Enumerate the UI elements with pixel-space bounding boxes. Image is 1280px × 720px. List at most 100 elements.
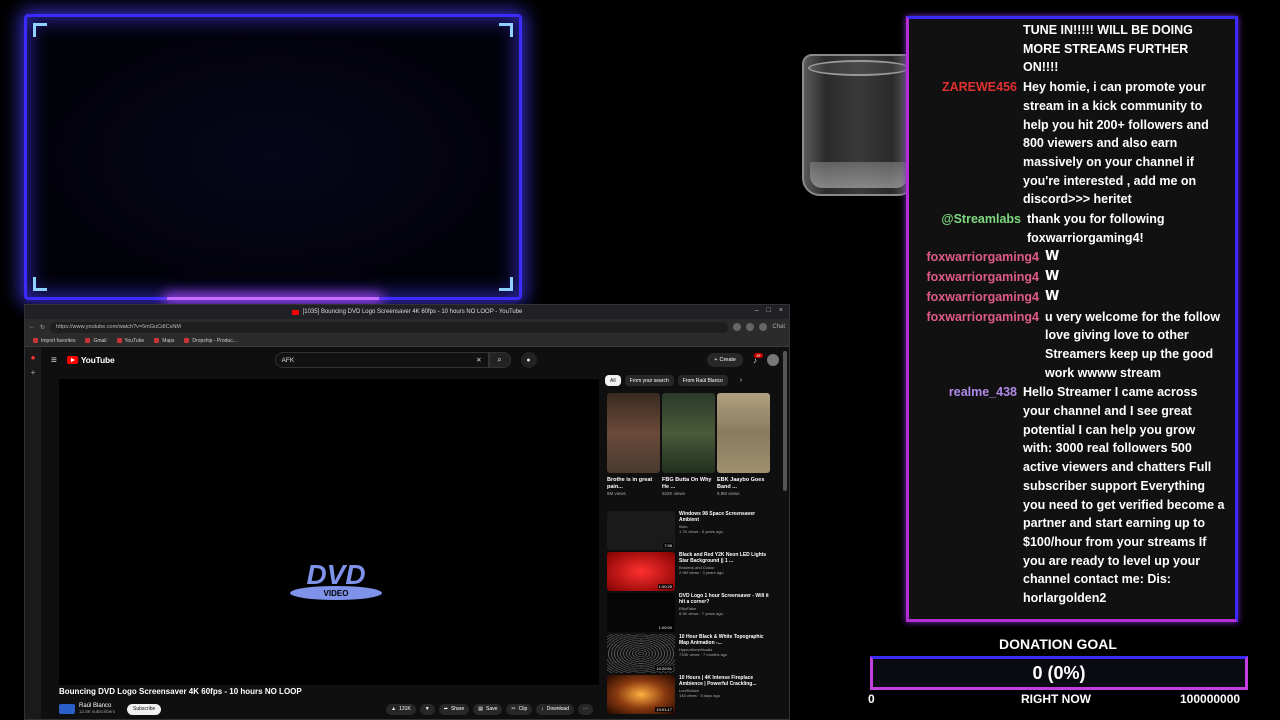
more-actions-button[interactable]: ⋯: [578, 703, 593, 715]
tab-title[interactable]: [1035] Bouncing DVD Logo Screensaver 4K …: [303, 309, 523, 315]
short-item[interactable]: EBK Jaaybo Goes Band ... 9.9M views: [717, 393, 770, 496]
search-input[interactable]: AFK ✕: [274, 352, 489, 368]
w-emote: W: [1045, 269, 1060, 285]
create-button[interactable]: + Create: [707, 353, 743, 367]
browser-window: [1035] Bouncing DVD Logo Screensaver 4K …: [24, 304, 790, 720]
notifications-button[interactable]: ♪ 9+: [753, 352, 763, 365]
scrollbar[interactable]: [783, 351, 787, 491]
reload-icon[interactable]: ↻: [40, 324, 45, 331]
video-thumbnail[interactable]: 10:20:51: [607, 634, 675, 673]
address-bar: ← ↻ https://www.youtube.com/watch?v=5mGu…: [25, 319, 789, 335]
video-thumbnail[interactable]: 7:58: [607, 511, 675, 550]
chat-username[interactable]: ZAREWE456: [909, 78, 1023, 209]
bookmark-item[interactable]: Import favorites: [33, 338, 75, 344]
short-item[interactable]: Brothe is in great pain... 9M views: [607, 393, 660, 496]
maps-icon: [154, 338, 160, 343]
mic-icon: ●: [526, 356, 531, 364]
video-thumbnail[interactable]: 1:00:25: [607, 552, 675, 591]
donation-min: 0: [868, 692, 875, 706]
video-actions: ▲ 131K ▼ ➦ Share ▤ Save ✂ Clip ↓ Download ⋯: [386, 703, 593, 715]
thumbs-down-icon: ▼: [424, 706, 430, 712]
chip-all[interactable]: All: [605, 375, 621, 386]
dislike-button[interactable]: ▼: [419, 703, 435, 715]
back-icon[interactable]: ←: [29, 324, 35, 330]
chip-from-channel[interactable]: From Raúl Blanco: [677, 375, 728, 386]
add-icon[interactable]: +: [25, 368, 41, 377]
recommendation-list: 7:58 Windows 98 Space Screensaver Ambien…: [607, 511, 771, 716]
bookmark-star-icon[interactable]: [746, 323, 755, 331]
chat-message: realme_438 Hello Streamer I came across y…: [909, 383, 1225, 607]
bookmark-item[interactable]: Dropship - Produc...: [184, 338, 237, 344]
clip-button[interactable]: ✂ Clip: [506, 703, 533, 715]
share-button[interactable]: ➦ Share: [438, 703, 470, 715]
like-button[interactable]: ▲ 131K: [386, 703, 416, 715]
youtube-side-icon[interactable]: ●: [25, 353, 41, 362]
window-controls: – □ ×: [755, 307, 783, 314]
chat-message: foxwarriorgaming4 W: [909, 288, 1225, 307]
page-icon: [184, 338, 190, 343]
video-thumbnail[interactable]: 10:01:17: [607, 675, 675, 714]
chat-username[interactable]: foxwarriorgaming4: [909, 288, 1045, 307]
dvd-logo: DVD VIDEO: [290, 559, 382, 600]
voice-search-button[interactable]: ●: [520, 352, 537, 368]
chat-username[interactable]: foxwarriorgaming4: [909, 248, 1045, 267]
chat-box: TUNE IN!!!!! WILL BE DOING MORE STREAMS …: [906, 16, 1238, 622]
chat-messages: TUNE IN!!!!! WILL BE DOING MORE STREAMS …: [909, 19, 1235, 608]
profile-icon[interactable]: [759, 323, 768, 331]
frame-glow: [167, 297, 379, 300]
chip-from-search[interactable]: From your search: [624, 375, 674, 386]
search-button[interactable]: ⌕: [488, 352, 511, 368]
clear-search-icon[interactable]: ✕: [476, 356, 481, 364]
bookmark-item[interactable]: Maps: [154, 338, 174, 344]
youtube-logo[interactable]: YouTube: [66, 355, 115, 365]
browser-titlebar: [1035] Bouncing DVD Logo Screensaver 4K …: [25, 305, 789, 319]
video-title: Bouncing DVD Logo Screensaver 4K 60fps -…: [59, 687, 302, 696]
glass-base: [810, 162, 908, 188]
short-item[interactable]: FBG Butta On Why He ... 522K views: [662, 393, 715, 496]
profile-label[interactable]: Chat: [772, 324, 785, 330]
save-button[interactable]: ▤ Save: [473, 703, 503, 715]
chat-username[interactable]: [909, 21, 1023, 77]
share-icon: ➦: [443, 706, 448, 712]
short-thumbnail[interactable]: [662, 393, 715, 473]
chat-username[interactable]: realme_438: [909, 383, 1023, 607]
list-item[interactable]: 10:01:17 10 Hours | 4K Intense Fireplace…: [607, 675, 771, 716]
maximize-icon[interactable]: □: [767, 307, 771, 314]
video-thumbnail[interactable]: 1:00:00: [607, 593, 675, 632]
minimize-icon[interactable]: –: [755, 307, 759, 314]
chat-text: u very welcome for the follow love givin…: [1045, 309, 1221, 380]
list-item[interactable]: 1:00:25 Black and Red Y2K Neon LED Light…: [607, 552, 771, 593]
bookmark-item[interactable]: YouTube: [116, 338, 144, 344]
subscribe-button[interactable]: Subscribe: [127, 703, 162, 715]
close-icon[interactable]: ×: [779, 307, 783, 314]
download-icon: ↓: [541, 706, 544, 712]
short-thumbnail[interactable]: [607, 393, 660, 473]
donation-max: 100000000: [1180, 692, 1241, 706]
chat-message: ZAREWE456 Hey homie, i can promote your s…: [909, 78, 1225, 209]
download-button[interactable]: ↓ Download: [536, 703, 574, 715]
short-thumbnail[interactable]: [717, 393, 770, 473]
chevron-right-icon[interactable]: ›: [740, 377, 742, 384]
chat-username[interactable]: foxwarriorgaming4: [909, 308, 1045, 383]
chat-username[interactable]: foxwarriorgaming4: [909, 268, 1045, 287]
list-item[interactable]: 10:20:51 10 Hour Black & White Topograph…: [607, 634, 771, 675]
chat-text: Hello Streamer I came across your channe…: [1023, 385, 1225, 606]
video-player[interactable]: DVD VIDEO: [59, 379, 599, 685]
donation-label: RIGHT NOW: [1021, 692, 1091, 706]
bookmarks-bar: Import favorites Gmail YouTube Maps Drop…: [25, 335, 789, 347]
youtube-icon: [116, 338, 122, 343]
channel-info[interactable]: Raúl Blanco 12.8K subscribers: [79, 703, 115, 715]
channel-avatar[interactable]: [59, 704, 75, 714]
list-item[interactable]: 1:00:00 DVD Logo 1 hour Screensaver - Wi…: [607, 593, 771, 634]
menu-icon[interactable]: ≡: [51, 355, 57, 366]
url-input[interactable]: https://www.youtube.com/watch?v=5mGuCdIC…: [50, 321, 729, 333]
shorts-shelf: Brothe is in great pain... 9M views FBG …: [607, 393, 770, 496]
bookmark-item[interactable]: Gmail: [85, 338, 107, 344]
extension-icon[interactable]: [733, 323, 742, 331]
chat-message: TUNE IN!!!!! WILL BE DOING MORE STREAMS …: [909, 21, 1225, 77]
thumbs-up-icon: ▲: [391, 706, 397, 712]
avatar[interactable]: [767, 354, 779, 366]
dvd-logo-text: DVD: [306, 559, 365, 590]
chat-username[interactable]: @Streamlabs: [909, 210, 1027, 247]
list-item[interactable]: 7:58 Windows 98 Space Screensaver Ambien…: [607, 511, 771, 552]
